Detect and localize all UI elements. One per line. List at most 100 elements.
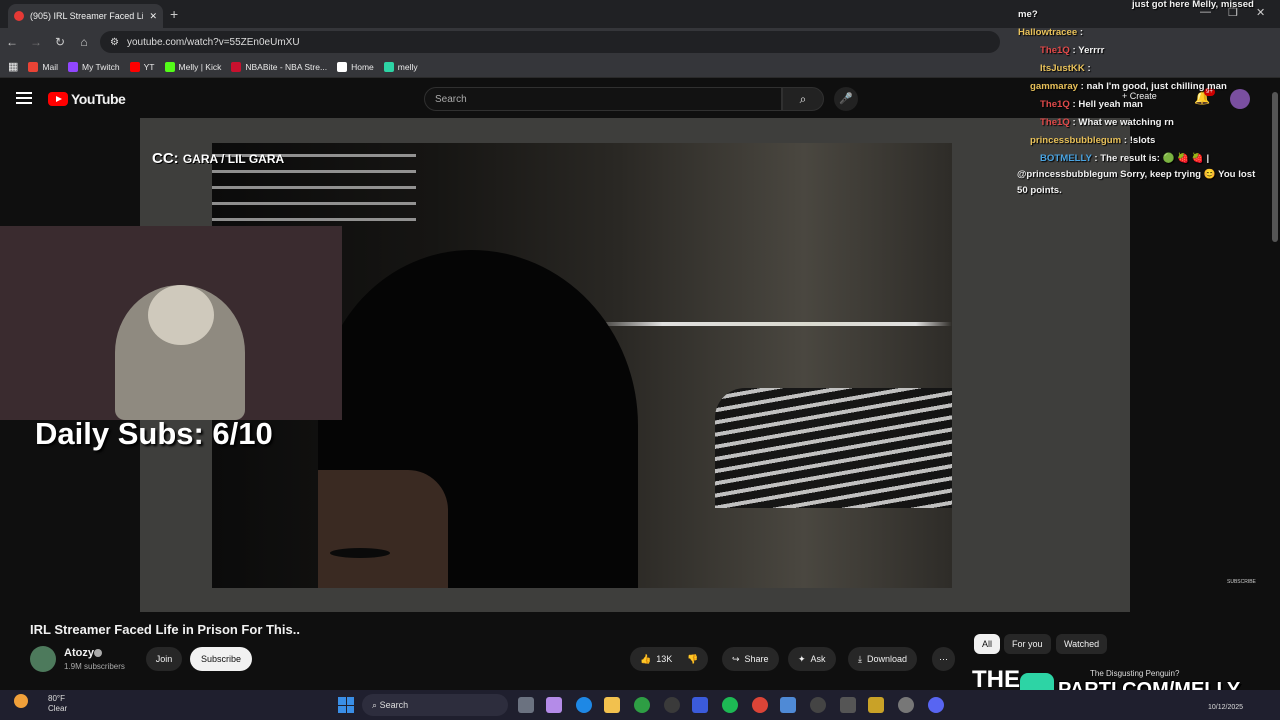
reload-icon[interactable]: ↻	[48, 35, 72, 49]
url-text: youtube.com/watch?v=55ZEn0eUmXU	[126, 36, 300, 48]
sparkle-icon: ✦	[798, 654, 806, 664]
media-player-icon[interactable]	[810, 697, 826, 713]
menu-icon[interactable]	[16, 92, 32, 104]
tab-title: (905) IRL Streamer Faced Lif	[30, 11, 144, 21]
start-menu-icon[interactable]	[338, 697, 354, 713]
person-face	[318, 470, 448, 588]
chat-message: Hallowtracee :	[1018, 27, 1084, 38]
weather-widget[interactable]: 80°F Clear	[14, 694, 67, 714]
like-button[interactable]: 👍 13K 👎	[630, 647, 709, 671]
store-icon[interactable]	[692, 697, 708, 713]
bookmark-item[interactable]: My Twitch	[68, 61, 120, 72]
photos-icon[interactable]	[780, 697, 796, 713]
bookmark-icon	[231, 61, 242, 72]
chat-message: 50 points.	[1017, 185, 1062, 196]
ask-button[interactable]: ✦ Ask	[788, 647, 836, 671]
verified-badge-icon	[94, 649, 102, 657]
join-button[interactable]: Join	[146, 647, 182, 671]
share-label: Share	[744, 654, 769, 664]
forward-icon[interactable]: →	[24, 35, 48, 49]
xbox-icon[interactable]	[634, 697, 650, 713]
person-eye	[330, 548, 390, 558]
chat-message: just got here Melly, missed	[1132, 0, 1254, 10]
chat-message: The1Q : What we watching rn	[1040, 117, 1174, 128]
bookmark-icon	[383, 61, 394, 72]
subscriber-count: 1.9M subscribers	[64, 662, 125, 671]
youtube-play-icon	[48, 92, 68, 106]
thumbs-down-icon[interactable]: 👎	[687, 647, 698, 671]
spotify-icon[interactable]	[722, 697, 738, 713]
video-title: IRL Streamer Faced Life in Prison For Th…	[30, 622, 300, 637]
more-actions-button[interactable]: ⋯	[932, 647, 955, 671]
patterned-blanket	[715, 388, 952, 508]
chat-message: @princessbubblegum Sorry, keep trying 😊 …	[1017, 169, 1256, 180]
chat-message: me?	[1018, 9, 1038, 20]
bookmark-item[interactable]: NBABite - NBA Stre...	[231, 61, 327, 72]
taskbar-search[interactable]: ⌕ Search	[362, 694, 508, 716]
channel-name[interactable]: Atozy	[64, 647, 94, 659]
daily-subs-counter: Daily Subs: 6/10	[35, 416, 273, 451]
download-label: Download	[866, 654, 908, 664]
copilot-icon[interactable]	[546, 697, 562, 713]
subscribe-watermark: SUBSCRIBE	[1227, 579, 1256, 585]
search-input[interactable]: Search	[424, 87, 782, 111]
youtube-favicon-icon	[14, 11, 24, 21]
bookmark-item[interactable]: Home	[337, 61, 374, 72]
led-light-strip	[590, 322, 952, 326]
app-icon[interactable]	[868, 697, 884, 713]
home-icon[interactable]: ⌂	[72, 35, 96, 49]
chrome-icon[interactable]	[752, 697, 768, 713]
bookmark-icon	[68, 61, 78, 72]
search-icon[interactable]: ⌕	[782, 87, 824, 111]
new-tab-button[interactable]: +	[170, 6, 178, 22]
bookmark-item[interactable]: YT	[129, 61, 155, 72]
streamer-head	[148, 285, 214, 345]
download-button[interactable]: ⤓ Download	[848, 647, 918, 671]
site-info-icon[interactable]: ⚙	[110, 37, 119, 48]
share-button[interactable]: ↪ Share	[722, 647, 779, 671]
bookmark-icon	[129, 61, 140, 72]
bookmark-item[interactable]: melly	[383, 61, 418, 72]
microphone-icon[interactable]: 🎤	[834, 87, 858, 111]
stream-chat-overlay: just got here Melly, missed me? Hallowtr…	[1012, 0, 1274, 200]
subscribe-button[interactable]: Subscribe	[190, 647, 252, 671]
task-view-icon[interactable]	[518, 697, 534, 713]
discord-icon[interactable]	[928, 697, 944, 713]
channel-avatar[interactable]	[30, 646, 56, 672]
weather-condition: Clear	[48, 704, 68, 713]
youtube-logo-text: YouTube	[71, 91, 126, 107]
like-count: 13K	[656, 654, 673, 664]
chatgpt-icon[interactable]	[664, 697, 680, 713]
settings-gear-icon[interactable]	[898, 697, 914, 713]
bookmark-icon	[28, 61, 39, 72]
bookmark-item[interactable]: Mail	[28, 61, 58, 72]
taskbar-search-icon: ⌕	[372, 700, 378, 710]
chip-for-you[interactable]: For you	[1004, 634, 1051, 654]
bookmark-icon	[337, 61, 348, 72]
chat-message: gammaray : nah I'm good, just chilling m…	[1030, 81, 1227, 92]
apps-grid-icon[interactable]: ▦	[8, 60, 18, 73]
chat-message: The1Q : Yerrrr	[1040, 45, 1105, 56]
back-icon[interactable]: ←	[0, 35, 24, 49]
chip-all[interactable]: All	[974, 634, 1001, 654]
browser-tab[interactable]: (905) IRL Streamer Faced Lif ✕	[8, 4, 163, 28]
tab-close-icon[interactable]: ✕	[149, 11, 157, 22]
chat-message: ItsJustKK :	[1040, 63, 1091, 74]
file-explorer-icon[interactable]	[604, 697, 620, 713]
thumbs-up-icon: 👍	[640, 654, 652, 664]
bookmark-icon	[164, 61, 175, 72]
cc-names: GARA / LIL GARA	[182, 152, 285, 166]
chat-message: BOTMELLY : The result is: 🟢 🍓 🍓 |	[1040, 153, 1210, 164]
page-scrollbar[interactable]	[1272, 92, 1278, 242]
taskbar-date: 10/12/2025	[1208, 704, 1244, 711]
chip-watched[interactable]: Watched	[1056, 634, 1108, 654]
share-icon: ↪	[732, 654, 740, 664]
youtube-logo[interactable]: YouTube	[48, 91, 126, 107]
edge-icon[interactable]	[576, 697, 592, 713]
app-icon[interactable]	[840, 697, 856, 713]
download-icon: ⤓	[858, 654, 862, 664]
bookmark-item[interactable]: Melly | Kick	[164, 61, 221, 72]
url-bar[interactable]: ⚙ youtube.com/watch?v=55ZEn0eUmXU	[100, 31, 1000, 53]
cc-credit: CC: GARA / LIL GARA	[152, 150, 284, 167]
chat-message: The1Q : Hell yeah man	[1040, 99, 1143, 110]
